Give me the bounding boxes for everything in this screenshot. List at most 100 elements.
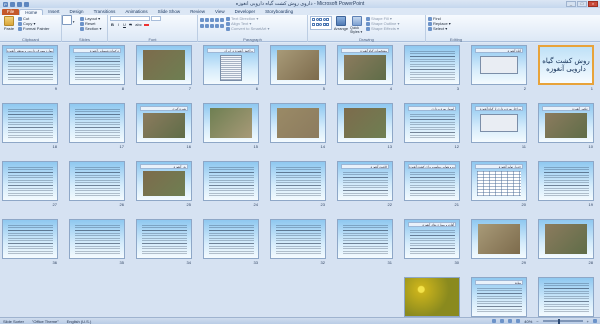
italic-button[interactable]: I bbox=[116, 22, 121, 27]
slide-thumbnail[interactable]: گیاه آنغوزه 2 bbox=[471, 45, 527, 91]
slide-thumbnail[interactable]: مشخصات گیاه آنغوزه 4 bbox=[337, 45, 393, 91]
strikethrough-button[interactable]: S bbox=[128, 22, 133, 27]
close-button[interactable]: × bbox=[588, 1, 598, 7]
slide-thumbnail[interactable]: 15 bbox=[203, 103, 259, 149]
shadow-button[interactable]: abc bbox=[134, 22, 143, 27]
slide-thumbnail[interactable]: 13 bbox=[337, 103, 393, 149]
underline-button[interactable]: U bbox=[122, 22, 127, 27]
align-right-icon[interactable] bbox=[210, 23, 214, 28]
slide-thumbnail[interactable]: اصول بهره برداری 12 bbox=[404, 103, 460, 149]
new-slide-button[interactable]: New Slide ▾ bbox=[62, 15, 78, 31]
select-button[interactable]: Select ▾ bbox=[428, 26, 484, 31]
bullets-icon[interactable] bbox=[200, 17, 204, 22]
slide-thumbnail[interactable]: پراکنش آنغوزه در ایران 6 bbox=[203, 45, 259, 91]
font-name-dropdown[interactable] bbox=[110, 16, 150, 21]
slide-thumbnail[interactable]: شرایط آب و هوایی مناسب برای کشت آنغوزه 21 bbox=[404, 161, 460, 207]
slide-thumbnail[interactable]: 31 bbox=[337, 219, 393, 265]
fit-to-window-icon[interactable] bbox=[593, 319, 597, 323]
decrease-indent-icon[interactable] bbox=[210, 17, 214, 22]
slide-show-icon[interactable] bbox=[516, 319, 521, 323]
quick-styles-button[interactable]: Quick Styles ▾ bbox=[350, 16, 364, 34]
slide-thumbnail[interactable]: 34 bbox=[136, 219, 192, 265]
slide-sorter-icon[interactable] bbox=[500, 319, 505, 323]
slide-preview bbox=[337, 219, 393, 259]
paste-button[interactable]: Paste bbox=[2, 16, 16, 31]
slide-body-text bbox=[276, 224, 321, 254]
slide-thumbnail[interactable]: 14 bbox=[270, 103, 326, 149]
shape-effects-button[interactable]: Shape Effects ▾ bbox=[366, 26, 399, 31]
slide-title: شرایط آب و هوایی مناسب برای کشت آنغوزه bbox=[408, 164, 456, 169]
slide-number: 21 bbox=[454, 202, 459, 207]
slide-thumbnail[interactable]: 35 bbox=[69, 219, 125, 265]
slide-thumbnail[interactable]: مراحل بهره برداری از گیاه آنغوزه 11 bbox=[471, 103, 527, 149]
slide-sorter-view[interactable]: روش کشت گیاه دارویی آنغوزه 1 گیاه آنغوزه 2 3… bbox=[0, 43, 600, 317]
zoom-slider-knob[interactable] bbox=[557, 318, 560, 324]
slide-thumbnail[interactable]: 29 bbox=[471, 219, 527, 265]
arrange-button[interactable]: Arrange bbox=[334, 16, 348, 34]
slide-thumbnail[interactable]: 3 bbox=[404, 45, 460, 91]
slide-thumbnail[interactable]: ترکیبات شیمیایی آنغوزه 8 bbox=[69, 45, 125, 91]
slide-thumbnail[interactable]: روش کشت گیاه دارویی آنغوزه 1 bbox=[538, 45, 594, 91]
slide-thumbnail[interactable]: 32 bbox=[270, 219, 326, 265]
reading-view-icon[interactable] bbox=[508, 319, 513, 323]
convert-smartart-button[interactable]: Convert to SmartArt ▾ bbox=[226, 26, 269, 31]
slide-photo bbox=[143, 50, 185, 80]
zoom-in-icon[interactable]: + bbox=[587, 319, 589, 324]
slide-thumbnail[interactable]: شیره گیری 16 bbox=[136, 103, 192, 149]
justify-icon[interactable] bbox=[215, 23, 219, 28]
slide-thumbnail[interactable]: 27 bbox=[2, 161, 58, 207]
slide-title: ترکیبات شیمیایی آنغوزه bbox=[73, 48, 121, 53]
slide-thumbnail[interactable]: 28 bbox=[538, 219, 594, 265]
normal-view-icon[interactable] bbox=[492, 319, 497, 323]
maximize-button[interactable]: □ bbox=[577, 1, 587, 7]
slide-preview bbox=[337, 103, 393, 143]
slide-body-text bbox=[410, 50, 455, 80]
slide-thumbnail[interactable]: 37 bbox=[538, 277, 594, 317]
slide-thumbnail[interactable]: بذر آنغوزه 25 bbox=[136, 161, 192, 207]
language-label[interactable]: English (U.S.) bbox=[67, 319, 92, 324]
format-painter-button[interactable]: Format Painter bbox=[18, 26, 49, 31]
shapes-gallery[interactable] bbox=[310, 16, 332, 30]
font-group-label: Font bbox=[148, 37, 157, 42]
font-color-icon[interactable] bbox=[144, 24, 149, 26]
slide-thumbnail[interactable]: 24 bbox=[203, 161, 259, 207]
slide-thumbnail[interactable]: 36 bbox=[2, 219, 58, 265]
minimize-button[interactable]: _ bbox=[566, 1, 576, 7]
editing-group-label: Editing bbox=[449, 37, 463, 42]
slide-thumbnail[interactable]: 26 bbox=[69, 161, 125, 207]
slide-thumbnail[interactable]: آفات و بیماری های آنغوزه 30 bbox=[404, 219, 460, 265]
slide-thumbnail[interactable]: جدول تولید آنغوزه 20 bbox=[471, 161, 527, 207]
replace-icon bbox=[428, 21, 432, 26]
slide-preview: ترکیبات شیمیایی آنغوزه bbox=[69, 45, 125, 85]
slide-number: 32 bbox=[320, 260, 325, 265]
columns-icon[interactable] bbox=[220, 23, 224, 28]
zoom-level[interactable]: 40% bbox=[524, 319, 532, 324]
font-size-dropdown[interactable] bbox=[151, 16, 161, 21]
slide-thumbnail[interactable]: 7 bbox=[136, 45, 192, 91]
slide-preview bbox=[203, 219, 259, 259]
slide-thumbnail[interactable]: 23 bbox=[270, 161, 326, 207]
zoom-slider[interactable] bbox=[542, 318, 583, 324]
zoom-out-icon[interactable]: − bbox=[536, 319, 538, 324]
numbering-icon[interactable] bbox=[205, 17, 209, 22]
line-spacing-icon[interactable] bbox=[220, 17, 224, 22]
slide-thumbnail[interactable]: عکس آنغوزه 10 bbox=[538, 103, 594, 149]
bold-button[interactable]: B bbox=[110, 22, 115, 27]
slide-thumbnail[interactable]: 19 bbox=[538, 161, 594, 207]
slide-thumbnail[interactable]: 33 bbox=[203, 219, 259, 265]
slide-thumbnail[interactable]: 18 bbox=[2, 103, 58, 149]
slide-number: 15 bbox=[253, 144, 258, 149]
slide-thumbnail[interactable]: کاشت آنغوزه 22 bbox=[337, 161, 393, 207]
slide-thumbnail[interactable]: 39 bbox=[404, 277, 460, 317]
slide-thumbnail[interactable]: 5 bbox=[270, 45, 326, 91]
section-button[interactable]: Section ▾ bbox=[80, 26, 101, 31]
slide-preview bbox=[203, 103, 259, 143]
slide-thumbnail[interactable]: موارد مصرف دارویی و صنعتی آنغوزه 9 bbox=[2, 45, 58, 91]
align-center-icon[interactable] bbox=[205, 23, 209, 28]
align-left-icon[interactable] bbox=[200, 23, 204, 28]
slide-title: آفات و بیماری های آنغوزه bbox=[408, 222, 456, 227]
increase-indent-icon[interactable] bbox=[215, 17, 219, 22]
slide-thumbnail[interactable]: 17 bbox=[69, 103, 125, 149]
slide-thumbnail[interactable]: منابع38 bbox=[471, 277, 527, 317]
slide-body-text bbox=[343, 224, 388, 254]
